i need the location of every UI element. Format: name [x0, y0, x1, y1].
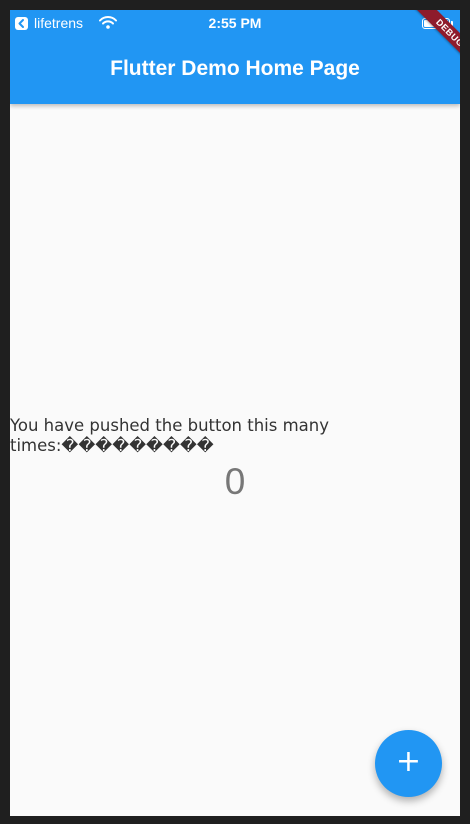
app-bar: lifetrens 2:55 PM Flutter Demo Home Page — [10, 10, 460, 104]
status-bar: lifetrens 2:55 PM — [10, 10, 460, 36]
app-screen: lifetrens 2:55 PM Flutter Demo Home Page… — [10, 10, 460, 816]
plus-icon: + — [395, 744, 422, 779]
counter-value: 0 — [224, 461, 246, 502]
page-title: Flutter Demo Home Page — [110, 57, 360, 80]
increment-button[interactable]: + — [375, 730, 442, 797]
status-time: 2:55 PM — [208, 15, 262, 31]
counter-message: You have pushed the button this many tim… — [10, 416, 330, 455]
